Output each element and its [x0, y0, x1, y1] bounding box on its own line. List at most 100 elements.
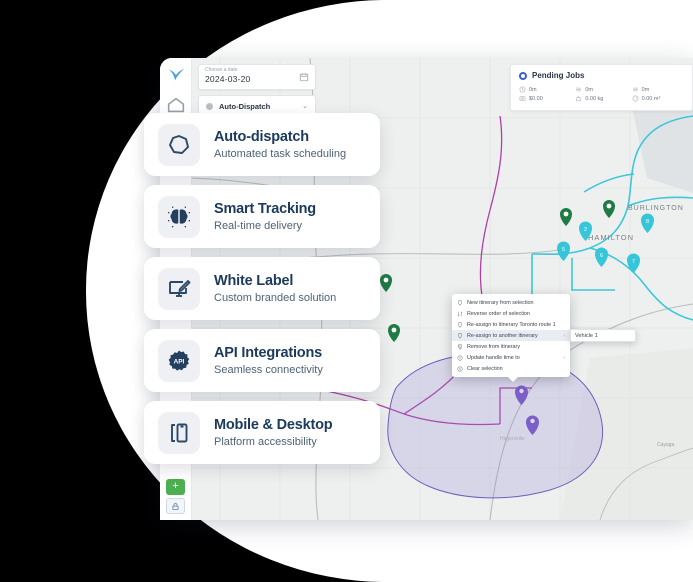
stat-group-time-cost: 0m $0.00 [519, 85, 571, 103]
add-button[interactable]: + [166, 479, 185, 495]
stat-row: 0m [519, 85, 571, 94]
context-menu-item[interactable]: Reverse order of selection [452, 308, 570, 319]
calendar-icon[interactable] [299, 72, 309, 82]
context-menu-item[interactable]: Re-assign to itinerary Toronto route 1 [452, 319, 570, 330]
context-menu-label: Re-assign to another itinerary [467, 332, 538, 339]
stat-value: 0m [585, 86, 593, 93]
svg-text:5: 5 [562, 247, 565, 253]
feature-card-text: White Label Custom branded solution [214, 272, 336, 306]
chevron-right-icon: › [563, 354, 565, 361]
devices-icon [158, 411, 200, 454]
feature-card-auto-dispatch[interactable]: Auto-dispatch Automated task scheduling [144, 113, 380, 176]
svg-text:HAMILTON: HAMILTON [588, 233, 634, 242]
clock-icon [519, 86, 526, 93]
stat-group-volume: 0m 0.00 m³ [632, 85, 684, 103]
context-menu: New itinerary from selection Reverse ord… [452, 294, 570, 382]
map-action-buttons: + [166, 479, 185, 514]
context-menu-label: New itinerary from selection [467, 299, 534, 306]
feature-card-text: Smart Tracking Real-time delivery [214, 200, 316, 234]
pending-jobs-stats: 0m $0.00 0m 0.00 kg 0m 0.00 m³ [519, 85, 684, 103]
svg-text:API: API [174, 358, 185, 365]
feature-card-mobile-desktop[interactable]: Mobile & Desktop Platform accessibility [144, 401, 380, 464]
bird-logo-icon[interactable] [165, 64, 187, 86]
context-menu-label: Update handle time to [467, 354, 520, 361]
context-menu-label: Clear selection [467, 365, 503, 372]
context-submenu[interactable]: Vehicle 1 [570, 329, 636, 342]
context-menu-label: Reverse order of selection [467, 310, 530, 317]
context-menu-item[interactable]: Clear selection [452, 363, 570, 374]
context-submenu-item: Vehicle 1 [575, 332, 598, 339]
stat-value: 0m [641, 86, 650, 93]
feature-card-subtitle: Custom branded solution [214, 291, 337, 304]
map-toolbar: Choose a date 2024-03-20 Auto-Dispatch ⌄ [198, 64, 316, 117]
stat-row: $0.00 [519, 94, 571, 103]
feature-card-title: White Label [214, 272, 294, 289]
stat-row: 0m [575, 85, 627, 94]
stat-value: 0.00 kg [585, 95, 604, 102]
feature-card-white-label[interactable]: White Label Custom branded solution [144, 257, 380, 320]
money-icon [519, 96, 526, 101]
svg-text:BURLINGTON: BURLINGTON [628, 205, 684, 212]
svg-text:7: 7 [632, 259, 635, 265]
date-picker-value: 2024-03-20 [205, 74, 251, 84]
reverse-icon [457, 311, 463, 316]
pending-jobs-title: Pending Jobs [532, 71, 585, 80]
feature-card-list: Auto-dispatch Automated task scheduling [144, 113, 380, 473]
target-icon [519, 71, 527, 80]
remove-pin-icon [457, 343, 463, 350]
feature-card-text: Mobile & Desktop Platform accessibility [214, 416, 333, 450]
lock-button[interactable] [166, 498, 185, 514]
feature-card-smart-tracking[interactable]: Smart Tracking Real-time delivery [144, 185, 380, 248]
feature-card-text: Auto-dispatch Automated task scheduling [214, 128, 346, 162]
feature-card-text: API Integrations Seamless connectivity [214, 344, 323, 378]
stat-value: 0.00 m³ [641, 95, 661, 102]
dispatch-mode-value: Auto-Dispatch [219, 101, 271, 111]
pin-icon [457, 332, 463, 339]
chevron-down-icon[interactable]: ⌄ [302, 102, 308, 110]
lock-icon [172, 502, 179, 510]
feature-card-subtitle: Real-time delivery [214, 219, 303, 232]
weight-icon [576, 95, 582, 102]
feature-card-subtitle: Seamless connectivity [214, 363, 323, 376]
stat-row: 0.00 kg [575, 94, 627, 103]
api-badge-icon: API [158, 339, 200, 382]
volume-icon [632, 95, 639, 102]
clock-icon [457, 354, 463, 361]
polygon-icon [158, 123, 200, 166]
stat-value: $0.00 [529, 95, 543, 102]
svg-text:6: 6 [600, 253, 603, 259]
feature-card-title: Mobile & Desktop [214, 416, 333, 433]
list-icon [576, 87, 582, 92]
context-menu-item[interactable]: Remove from itinerary [452, 341, 570, 352]
stat-value: 0m [529, 86, 537, 93]
svg-text:Hagersville: Hagersville [500, 436, 525, 442]
feature-card-api-integrations[interactable]: API API Integrations Seamless connectivi… [144, 329, 380, 392]
feature-card-subtitle: Automated task scheduling [214, 147, 347, 160]
pending-jobs-panel: Pending Jobs 0m $0.00 0m 0.00 kg 0m 0.00… [510, 64, 693, 111]
pin-icon [457, 299, 463, 306]
context-menu-item[interactable]: Update handle time to › [452, 352, 570, 363]
pin-icon [457, 321, 463, 328]
screenshot-root: BURLINGTON HAMILTON Paris Cayuga Hagersv… [0, 0, 693, 582]
stat-group-weight: 0m 0.00 kg [575, 85, 627, 103]
clear-icon [457, 365, 463, 372]
stat-row: 0m [632, 85, 684, 94]
context-menu-label: Remove from itinerary [467, 343, 521, 350]
context-menu-label: Re-assign to itinerary Toronto route 1 [467, 321, 556, 328]
feature-card-title: Smart Tracking [214, 200, 316, 217]
feature-card-title: API Integrations [214, 344, 322, 361]
whiteboard-icon [158, 267, 200, 310]
context-menu-item[interactable]: Re-assign to another itinerary › [452, 330, 570, 341]
brain-icon [158, 195, 200, 238]
feature-card-subtitle: Platform accessibility [214, 435, 317, 448]
context-menu-pointer [508, 377, 518, 382]
svg-text:Cayuga: Cayuga [657, 442, 674, 448]
stat-row: 0.00 m³ [632, 94, 684, 103]
dispatch-status-dot [206, 102, 213, 110]
date-picker[interactable]: Choose a date 2024-03-20 [198, 64, 316, 90]
date-picker-label: Choose a date [205, 67, 238, 73]
feature-card-title: Auto-dispatch [214, 128, 309, 145]
svg-text:2: 2 [584, 227, 587, 233]
context-menu-item[interactable]: New itinerary from selection [452, 297, 570, 308]
list-icon [632, 87, 638, 92]
